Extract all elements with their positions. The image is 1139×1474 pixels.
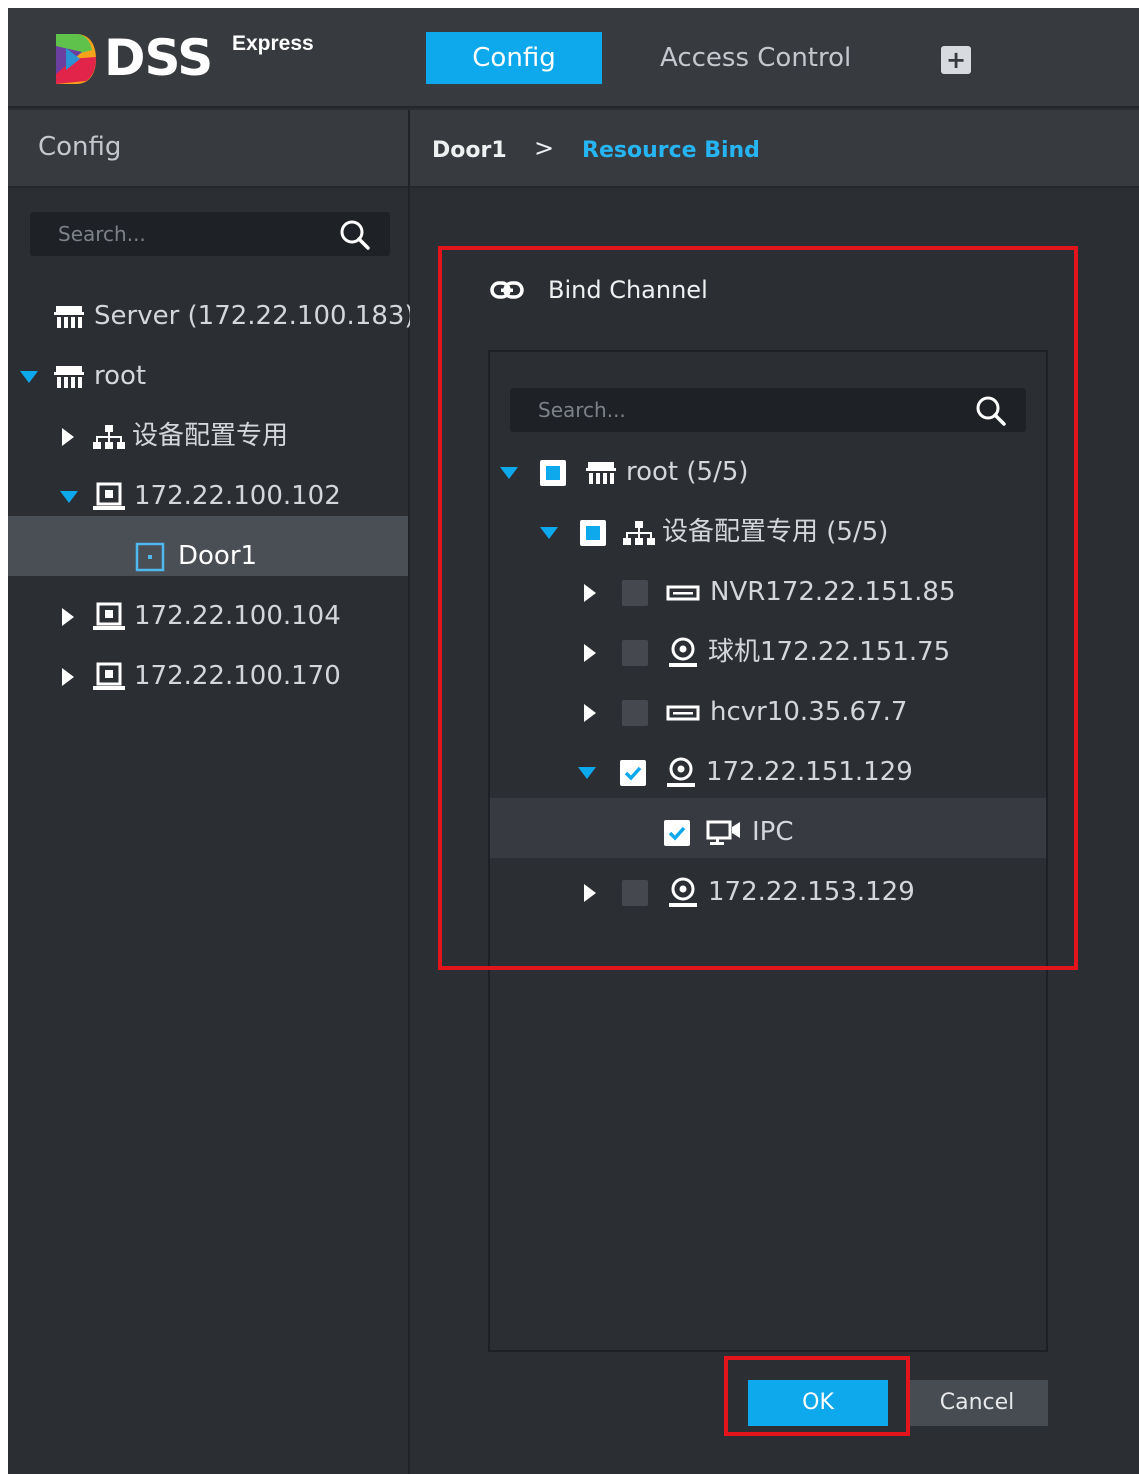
- sidebar-search-input[interactable]: Search...: [30, 212, 390, 256]
- tree-node-label: Door1: [178, 541, 258, 571]
- channel-node-device-group[interactable]: 设备配置专用 (5/5): [540, 504, 888, 560]
- checkmark-icon: [624, 766, 642, 781]
- logo-edition: Express: [232, 32, 314, 55]
- channel-node-root[interactable]: root (5/5): [500, 444, 749, 500]
- expand-arrow-icon[interactable]: [578, 766, 596, 779]
- main-panel: Door1 > Resource Bind Bind Channel Searc…: [410, 110, 1139, 1474]
- checkbox[interactable]: [622, 879, 648, 906]
- org-icon: [54, 365, 84, 388]
- hierarchy-icon: [623, 520, 655, 545]
- tree-node-label: NVR172.22.151.85: [710, 577, 956, 607]
- camera-icon: [669, 877, 697, 907]
- channel-search-input[interactable]: Search...: [510, 388, 1026, 432]
- nvr-icon: [666, 585, 700, 600]
- channel-node-camera-153-129[interactable]: 172.22.153.129: [584, 864, 915, 920]
- partial-checkbox[interactable]: [540, 459, 566, 486]
- expand-arrow-icon[interactable]: [20, 370, 38, 383]
- logo-text: DSS: [104, 29, 213, 87]
- expand-arrow-icon[interactable]: [60, 490, 78, 503]
- door-icon: [135, 542, 165, 571]
- breadcrumb-current: Resource Bind: [582, 138, 760, 163]
- breadcrumb-parent[interactable]: Door1: [432, 138, 507, 163]
- channel-node-ipc[interactable]: IPC: [664, 804, 794, 860]
- checkbox[interactable]: [622, 699, 648, 726]
- hierarchy-icon: [93, 424, 125, 449]
- tree-node-label: 球机172.22.151.75: [708, 637, 951, 667]
- ok-button[interactable]: OK: [748, 1380, 888, 1426]
- tree-node-label: 设备配置专用: [132, 421, 289, 451]
- tree-node-label: root: [94, 361, 147, 391]
- expand-arrow-icon[interactable]: [500, 466, 518, 479]
- tree-node-label: 172.22.100.102: [134, 481, 341, 511]
- search-placeholder: Search...: [58, 222, 146, 246]
- add-tab-button[interactable]: +: [941, 46, 971, 74]
- collapse-arrow-icon[interactable]: [62, 607, 74, 626]
- breadcrumb-separator: >: [534, 134, 555, 162]
- org-icon: [586, 461, 616, 484]
- tree-node-controller-170[interactable]: 172.22.100.170: [62, 648, 341, 704]
- bind-channel-title: Bind Channel: [548, 276, 708, 304]
- tree-node-controller-104[interactable]: 172.22.100.104: [62, 588, 341, 644]
- search-icon[interactable]: [338, 218, 372, 252]
- channel-node-dome-camera[interactable]: 球机172.22.151.75: [584, 624, 950, 680]
- controller-icon: [93, 662, 125, 690]
- tree-node-server[interactable]: Server (172.22.100.183): [52, 288, 415, 344]
- breadcrumb: Door1 > Resource Bind: [410, 110, 1139, 188]
- logo-icon: [56, 34, 96, 84]
- checked-checkbox[interactable]: [664, 819, 690, 846]
- collapse-arrow-icon[interactable]: [584, 703, 596, 722]
- link-icon: [490, 281, 524, 299]
- tree-node-label: hcvr10.35.67.7: [710, 697, 908, 727]
- expand-arrow-icon[interactable]: [540, 526, 558, 539]
- channel-node-nvr[interactable]: NVR172.22.151.85: [584, 564, 956, 620]
- tree-node-label: 172.22.151.129: [706, 757, 913, 787]
- tab-config[interactable]: Config: [426, 32, 602, 84]
- sidebar-title: Config: [38, 132, 122, 162]
- tree-node-label: root (5/5): [626, 457, 749, 487]
- collapse-arrow-icon[interactable]: [584, 583, 596, 602]
- cancel-button[interactable]: Cancel: [906, 1380, 1048, 1426]
- collapse-arrow-icon[interactable]: [584, 883, 596, 902]
- tree-node-label: 172.22.100.170: [134, 661, 341, 691]
- nvr-icon: [666, 705, 700, 720]
- tree-node-root[interactable]: root: [20, 348, 146, 404]
- checkbox[interactable]: [622, 579, 648, 606]
- tree-node-controller-102[interactable]: 172.22.100.102: [60, 468, 341, 524]
- controller-icon: [93, 482, 125, 510]
- tree-node-label: 172.22.100.104: [134, 601, 341, 631]
- checkmark-icon: [668, 826, 686, 841]
- plus-icon: +: [945, 46, 967, 74]
- sidebar-header: Config: [8, 110, 408, 188]
- camera-icon: [667, 757, 695, 787]
- channel-node-camera-151-129[interactable]: 172.22.151.129: [578, 744, 913, 800]
- collapse-arrow-icon[interactable]: [62, 667, 74, 686]
- tree-node-label: 设备配置专用 (5/5): [662, 517, 889, 547]
- tree-node-device-group[interactable]: 设备配置专用: [62, 408, 288, 464]
- channel-tree-panel: Search... root (5/5) 设备配置专用 (5/5) NVR172…: [488, 350, 1048, 1352]
- channel-node-hcvr[interactable]: hcvr10.35.67.7: [584, 684, 907, 740]
- collapse-arrow-icon[interactable]: [584, 643, 596, 662]
- controller-icon: [93, 602, 125, 630]
- camera-icon: [669, 637, 697, 667]
- tab-access-control[interactable]: Access Control: [660, 32, 851, 84]
- search-placeholder: Search...: [538, 398, 626, 422]
- app-window: DSS Express Config Access Control + Conf…: [8, 8, 1139, 1474]
- sidebar: Config Search... Server (172.22.100.183): [8, 110, 415, 1474]
- tree-node-label: 172.22.153.129: [708, 877, 915, 907]
- checkbox[interactable]: [622, 639, 648, 666]
- checked-checkbox[interactable]: [620, 759, 646, 786]
- search-icon[interactable]: [974, 394, 1008, 428]
- tree-node-door1[interactable]: Door1: [134, 528, 257, 584]
- tree-node-label: IPC: [752, 817, 794, 847]
- partial-checkbox[interactable]: [580, 519, 606, 546]
- tree-node-label: Server (172.22.100.183): [94, 301, 415, 331]
- collapse-arrow-icon[interactable]: [62, 427, 74, 446]
- server-icon: [54, 305, 84, 328]
- top-bar: DSS Express Config Access Control +: [8, 8, 1139, 108]
- ipc-channel-icon: [706, 820, 740, 845]
